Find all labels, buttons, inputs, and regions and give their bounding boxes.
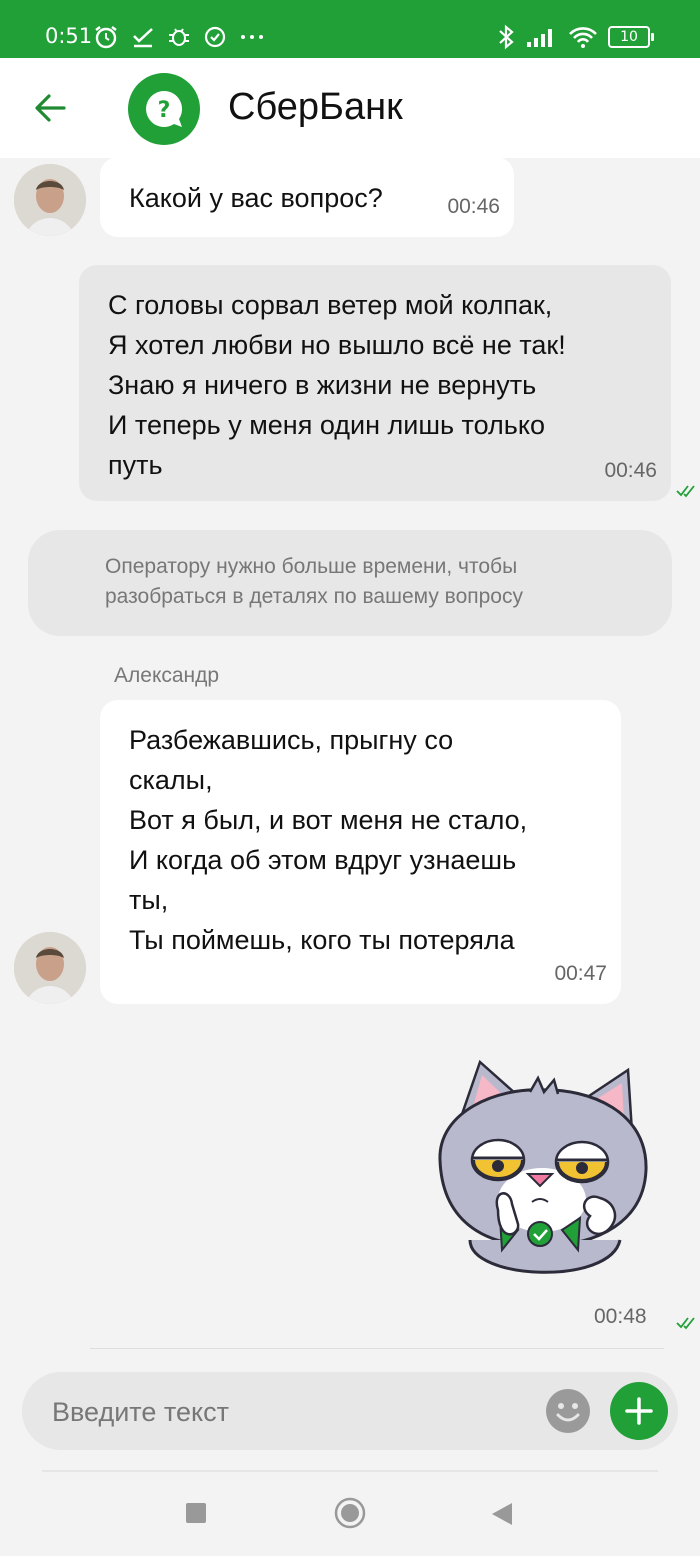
checkmark-icon [133,28,153,48]
message-composer [22,1372,678,1450]
circle-check-icon [204,26,226,48]
person-avatar-icon [14,164,86,236]
back-arrow-icon[interactable] [30,88,70,128]
status-time: 0:51 [45,24,93,48]
message-time: 00:46 [447,195,500,218]
message-line: Разбежавшись, прыгну со [129,725,454,755]
sender-name: Александр [114,664,220,687]
question-bubble-icon: ? [146,90,183,127]
signal-icon [527,29,552,47]
message-text: Разбежавшись, прыгну со скалы, Вот я был… [129,720,527,960]
more-icon [241,35,263,39]
message-bubble-incoming[interactable]: Какой у вас вопрос? 00:46 [100,157,514,237]
bluetooth-icon [499,24,514,50]
system-nav-bar [0,1480,700,1556]
battery-icon: 10 [608,26,654,48]
message-line: путь [108,450,163,480]
message-line: ты, [129,885,169,915]
message-time: 00:46 [604,459,657,482]
system-notice-text: Оператору нужно больше времени, чтобы ра… [105,552,523,612]
message-line: Ты поймешь, кого ты потеряла [129,925,515,955]
alarm-icon [95,26,117,49]
system-notice: Оператору нужно больше времени, чтобы ра… [28,530,672,636]
chat-title: СберБанк [228,86,403,128]
grey-cat-ok-gesture-sticker[interactable] [410,1050,668,1290]
message-line: Вот я был, и вот меня не стало, [129,805,528,835]
divider [42,1470,658,1472]
message-line: С головы сорвал ветер мой колпак, [108,290,553,320]
notice-line: разобраться в деталях по вашему вопросу [105,585,523,608]
avatar[interactable] [14,932,86,1004]
wifi-icon [569,27,597,48]
home-icon[interactable] [334,1497,366,1529]
message-bubble-incoming[interactable]: Разбежавшись, прыгну со скалы, Вот я был… [100,700,621,1004]
message-time: 00:48 [594,1305,647,1328]
avatar[interactable] [14,164,86,236]
person-avatar-icon [14,932,86,1004]
message-line: Знаю я ничего в жизни не вернуть [108,370,537,400]
message-line: Я хотел любви но вышло всё не так! [108,330,566,360]
message-line: скалы, [129,765,213,795]
divider [90,1348,664,1349]
message-text: Какой у вас вопрос? [129,183,383,213]
message-input[interactable] [50,1392,534,1432]
svg-text:?: ? [158,98,171,123]
notice-line: Оператору нужно больше времени, чтобы [105,555,518,578]
add-button[interactable] [610,1382,668,1440]
message-text: С головы сорвал ветер мой колпак, Я хоте… [108,285,566,485]
back-icon[interactable] [488,1500,516,1528]
recents-icon[interactable] [186,1503,206,1523]
chat-avatar-logo[interactable]: ? [128,73,200,145]
message-time: 00:47 [554,962,607,985]
bug-icon [169,28,189,46]
double-check-icon [676,1317,695,1330]
battery-level: 10 [620,29,638,45]
app-bar: ? СберБанк [0,58,700,158]
emoji-icon[interactable] [545,1388,591,1434]
double-check-icon [676,485,695,498]
status-bar: 0:51 10 [0,0,700,58]
message-line: И когда об этом вдруг узнаешь [129,845,517,875]
message-bubble-outgoing[interactable]: С головы сорвал ветер мой колпак, Я хоте… [79,265,671,501]
message-line: И теперь у меня один лишь только [108,410,545,440]
plus-icon [625,1397,653,1425]
